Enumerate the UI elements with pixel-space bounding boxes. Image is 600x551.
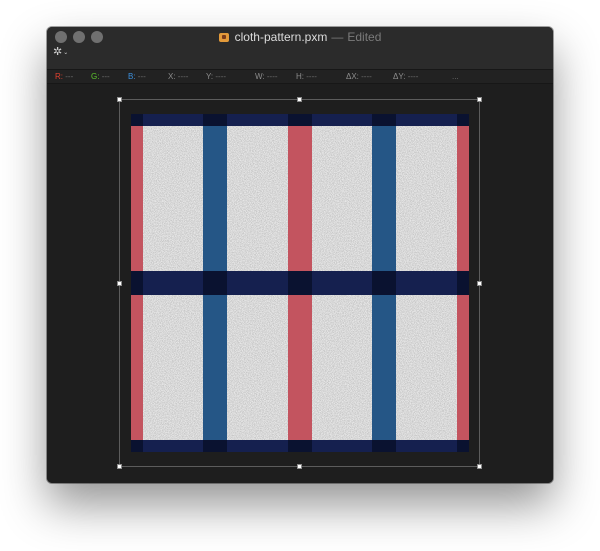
info-more[interactable]: ...	[452, 70, 459, 83]
stripe-overlap	[203, 114, 227, 126]
resize-handle-right[interactable]	[477, 281, 482, 286]
stripe-overlap	[131, 440, 143, 452]
gear-icon: ✲	[53, 46, 63, 58]
title-bar[interactable]: cloth-pattern.pxm — Edited ✲⌄	[47, 27, 553, 69]
stripe-overlap	[131, 114, 143, 126]
stripe-overlap	[372, 114, 396, 126]
resize-handle-bottom-left[interactable]	[117, 464, 122, 469]
info-y: Y: ----	[206, 72, 227, 81]
info-red: R: ---	[55, 72, 74, 81]
document-icon	[218, 33, 229, 42]
info-delta-y: ΔY: ----	[393, 72, 419, 81]
info-width: W: ----	[255, 72, 278, 81]
app-window: cloth-pattern.pxm — Edited ✲⌄ R: --- G: --…	[47, 27, 553, 483]
window-title: cloth-pattern.pxm — Edited	[47, 29, 553, 45]
edited-status: Edited	[347, 30, 382, 44]
info-green: G: ---	[91, 72, 110, 81]
stripe-overlap	[203, 440, 227, 452]
resize-handle-bottom-right[interactable]	[477, 464, 482, 469]
stripe-overlap	[288, 271, 312, 295]
title-separator: —	[331, 30, 344, 44]
document-name: cloth-pattern.pxm	[234, 30, 328, 44]
stripe-overlap	[203, 271, 227, 295]
stripe-overlap	[457, 271, 469, 295]
info-bar: R: --- G: --- B: --- X: ---- Y: ---- W: …	[47, 69, 553, 84]
stripe-overlap	[288, 114, 312, 126]
resize-handle-top-right[interactable]	[477, 97, 482, 102]
stripe-overlap	[372, 440, 396, 452]
resize-handle-left[interactable]	[117, 281, 122, 286]
stripe-overlap	[131, 271, 143, 295]
info-x: X: ----	[168, 72, 189, 81]
resize-handle-bottom[interactable]	[297, 464, 302, 469]
info-height: H: ----	[296, 72, 317, 81]
resize-handle-top[interactable]	[297, 97, 302, 102]
chevron-down-icon: ⌄	[63, 50, 69, 56]
info-delta-x: ΔX: ----	[346, 72, 372, 81]
gear-menu-button[interactable]: ✲⌄	[53, 46, 68, 59]
stripe-overlap	[457, 114, 469, 126]
stripe-overlap	[457, 440, 469, 452]
stripe-overlap	[288, 440, 312, 452]
info-blue: B: ---	[128, 72, 146, 81]
canvas-area[interactable]	[47, 85, 553, 483]
cloth-pattern-image[interactable]	[131, 114, 469, 452]
resize-handle-top-left[interactable]	[117, 97, 122, 102]
stripe-overlap	[372, 271, 396, 295]
